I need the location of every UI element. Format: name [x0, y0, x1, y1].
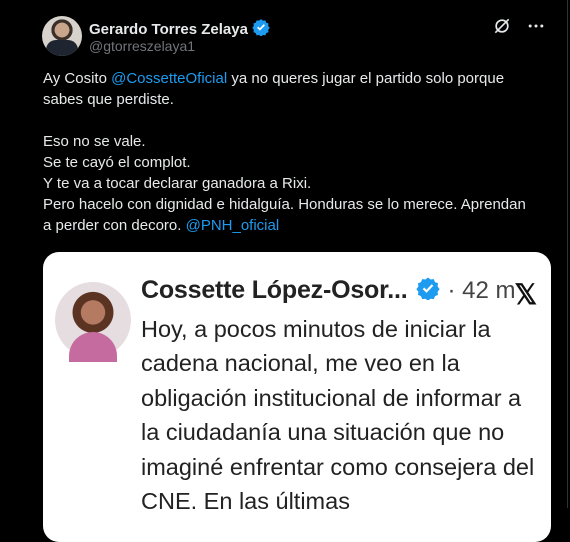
embedded-header: Cossette López-Osor... · 42 m — [141, 276, 516, 305]
author-handle[interactable]: @gtorreszelaya1 — [89, 38, 195, 54]
tweet-text: Ay Cosito @CossetteOficial ya no queres … — [43, 68, 533, 236]
embedded-author-name: Cossette López-Osor... — [141, 276, 408, 304]
more-icon[interactable] — [526, 16, 546, 41]
grok-icon[interactable] — [492, 16, 512, 41]
mention-link[interactable]: @PNH_oficial — [186, 217, 280, 234]
tweet-text-part1: Ay Cosito — [43, 70, 112, 87]
mention-link[interactable]: @CossetteOficial — [111, 70, 227, 87]
tweet-text-part2: ya no queres jugar el partido solo porqu… — [43, 70, 526, 234]
embedded-text: Hoy, a pocos minutos de iniciar la caden… — [141, 316, 535, 515]
author-avatar[interactable] — [42, 16, 82, 56]
verified-icon — [252, 18, 270, 41]
x-logo-icon: 𝕏 — [514, 279, 537, 310]
embedded-verified-icon — [415, 276, 440, 305]
embedded-image[interactable]: Cossette López-Osor... · 42 m 𝕏 Hoy, a p… — [43, 252, 551, 542]
author-name[interactable]: Gerardo Torres Zelaya — [89, 21, 248, 38]
tweet-header: Gerardo Torres Zelaya @gtorreszelaya1 — [42, 16, 544, 58]
column-border — [567, 0, 568, 508]
embedded-avatar — [55, 282, 131, 362]
embedded-time: · 42 m — [447, 276, 516, 304]
